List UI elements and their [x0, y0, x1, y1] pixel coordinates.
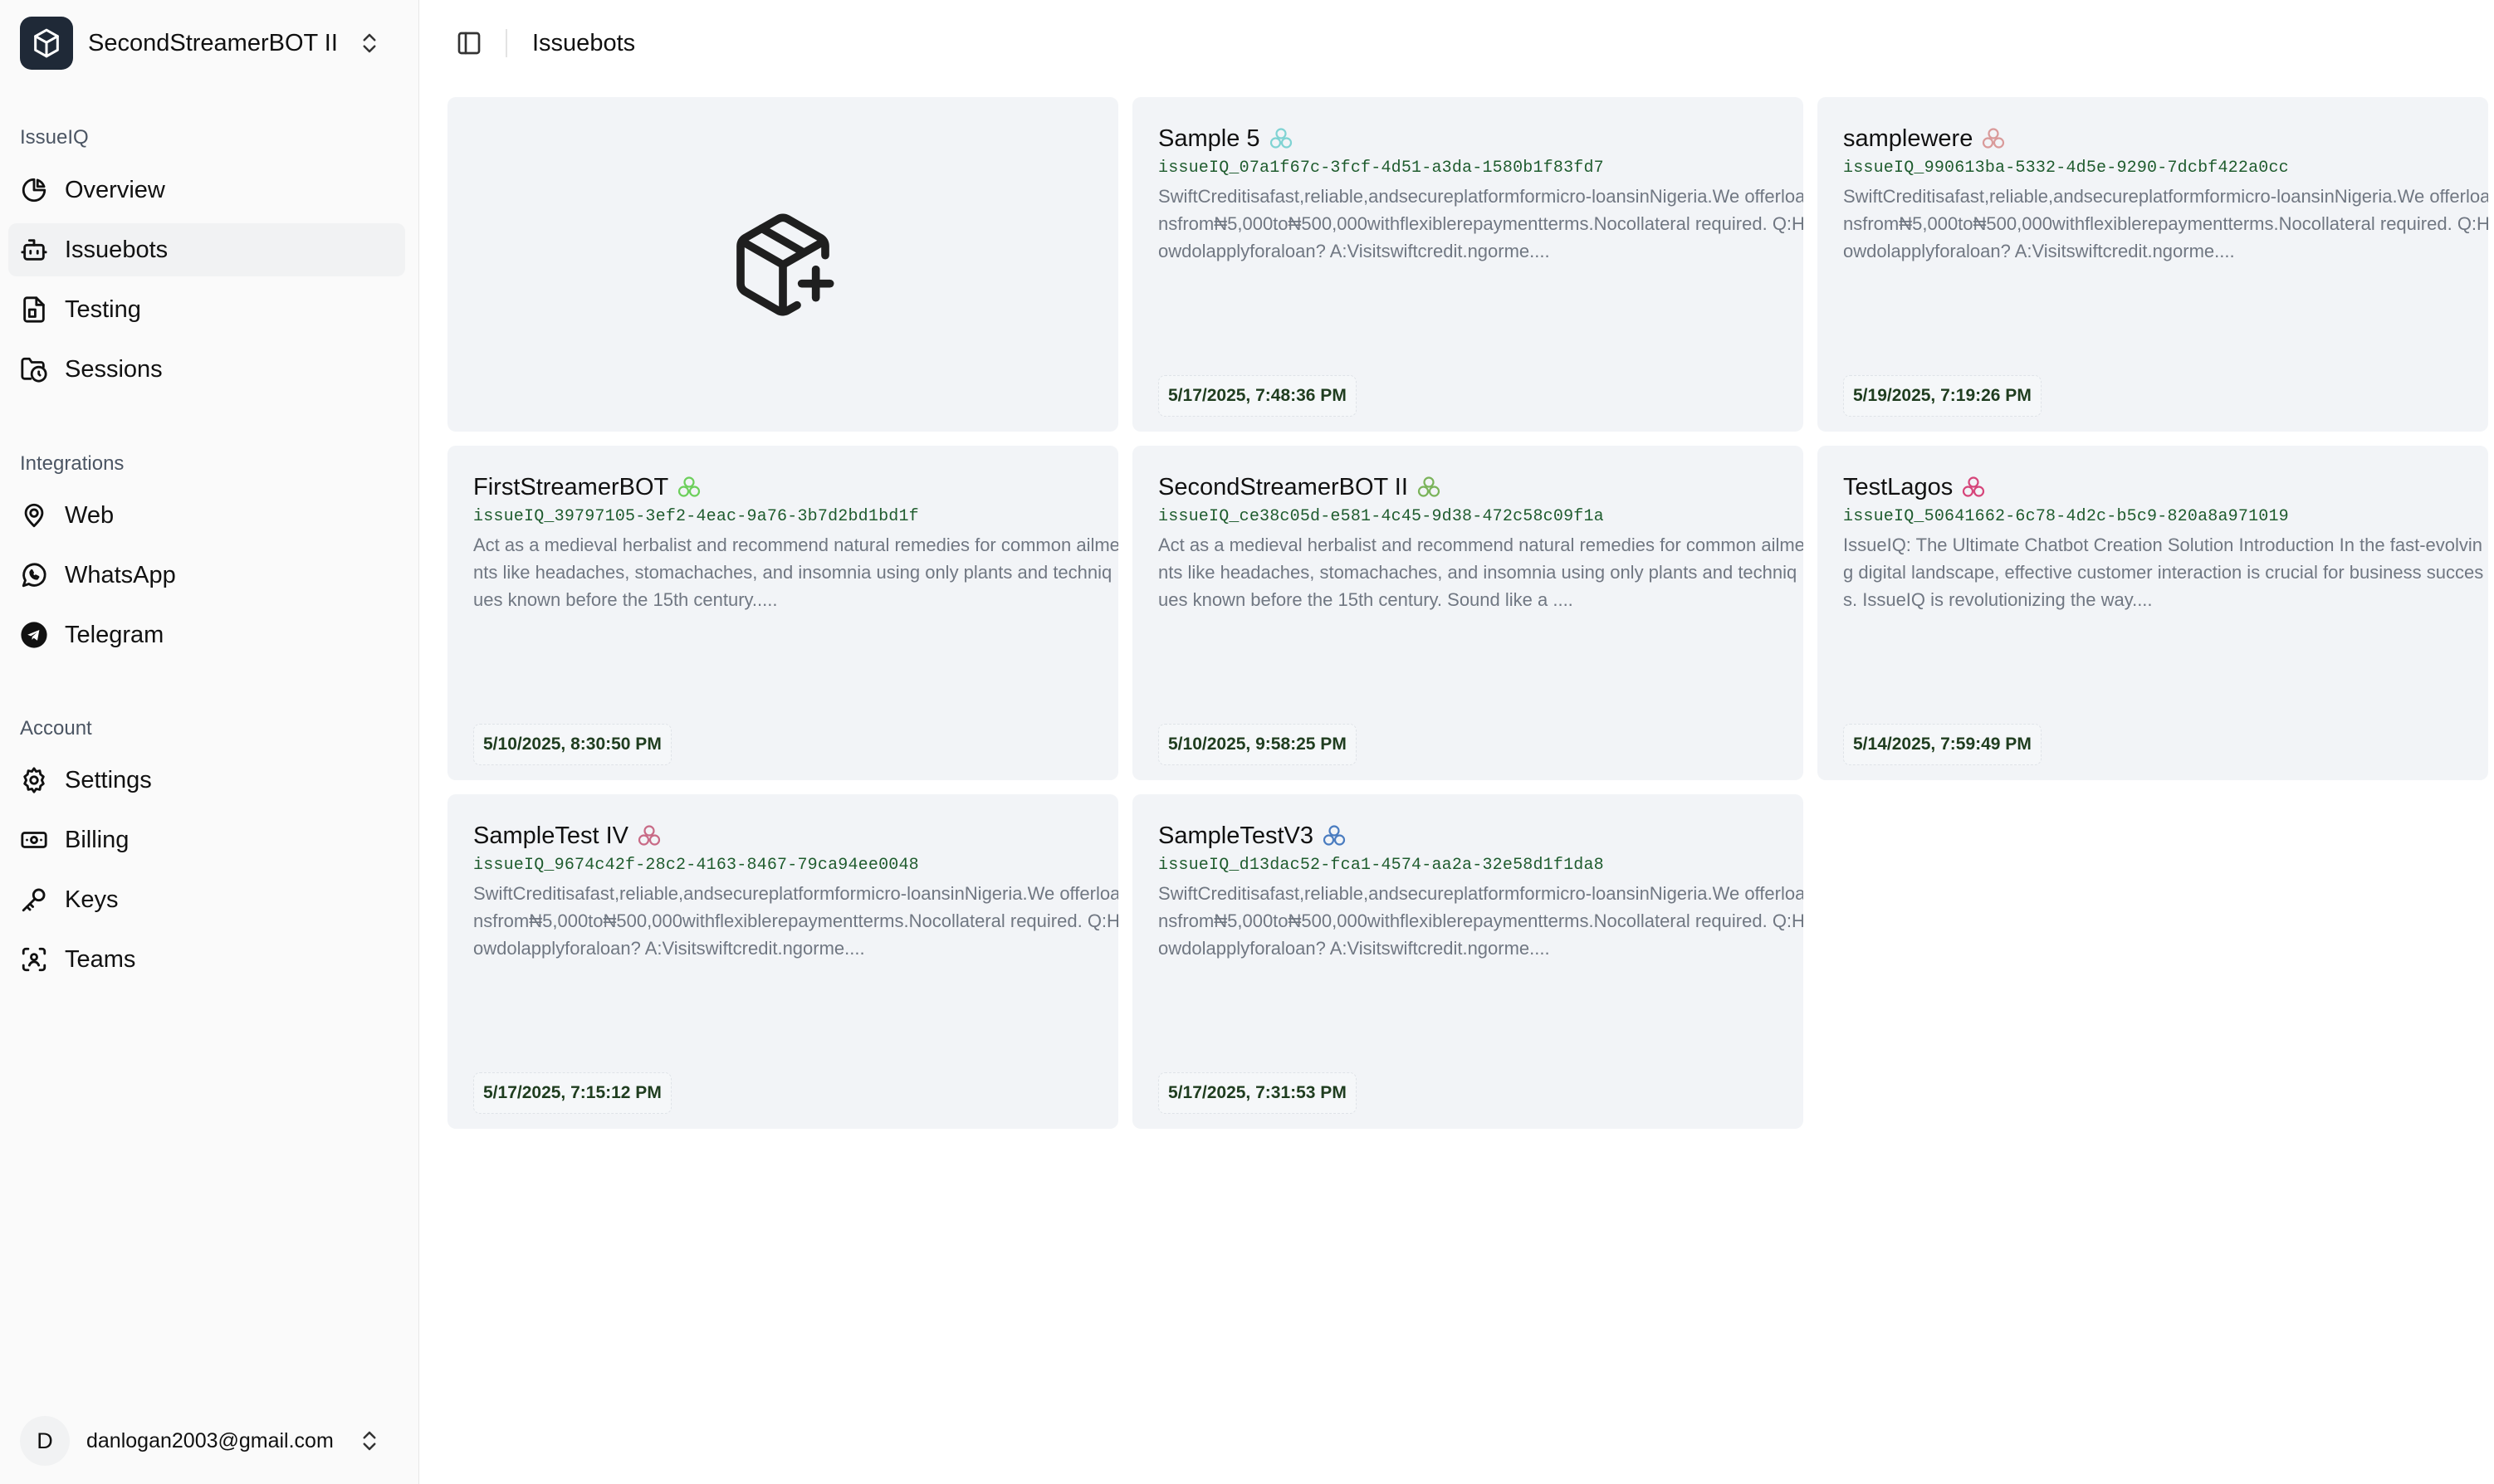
- pie-chart-icon: [22, 178, 46, 203]
- nav-section-label: Account: [20, 717, 92, 740]
- workspace-logo-icon: [20, 17, 73, 70]
- sidebar-item-telegram[interactable]: Telegram: [8, 608, 405, 661]
- issuebot-name: SampleTestV3: [1158, 822, 1313, 849]
- issuebot-description: SwiftCreditisafast,reliable,andsecurepla…: [1158, 883, 1803, 959]
- nav-section-label: Integrations: [20, 452, 125, 475]
- issuebots-grid: Sample 5 issueIQ_07a1f67c-3fcf-4d51-a3da…: [447, 97, 2488, 1129]
- chevrons-up-down-icon: [363, 33, 376, 53]
- sidebar-item-web[interactable]: Web: [8, 489, 405, 542]
- issuebot-name: samplewere: [1843, 124, 1973, 152]
- issuebot-name: SecondStreamerBOT II: [1158, 473, 1408, 500]
- issuebot-card[interactable]: FirstStreamerBOT issueIQ_39797105-3ef2-4…: [447, 446, 1118, 780]
- sidebar-item-label: Testing: [65, 295, 141, 323]
- rings-icon: [1983, 128, 2005, 149]
- issuebot-card[interactable]: TestLagos issueIQ_50641662-6c78-4d2c-b5c…: [1817, 446, 2488, 780]
- sidebar-item-label: Telegram: [65, 621, 164, 648]
- issuebot-id: issueIQ_9674c42f-28c2-4163-8467-79ca94ee…: [473, 856, 919, 875]
- sidebar-item-label: Issuebots: [65, 236, 169, 263]
- sidebar-item-testing[interactable]: Testing: [8, 283, 405, 336]
- whatsapp-icon: [22, 563, 46, 588]
- sidebar-item-whatsapp[interactable]: WhatsApp: [8, 549, 405, 602]
- workspace-switcher[interactable]: SecondStreamerBOT II: [20, 17, 394, 70]
- issuebot-id: issueIQ_50641662-6c78-4d2c-b5c9-820a8a97…: [1843, 507, 2289, 526]
- issuebot-id: issueIQ_ce38c05d-e581-4c45-9d38-472c58c0…: [1158, 507, 1604, 526]
- sidebar-item-issuebots[interactable]: Issuebots: [8, 223, 405, 276]
- issuebot-id: issueIQ_990613ba-5332-4d5e-9290-7dcbf422…: [1843, 159, 2289, 178]
- sidebar-toggle-button[interactable]: [451, 25, 487, 61]
- sidebar-item-sessions[interactable]: Sessions: [8, 343, 405, 396]
- issuebot-date-badge: 5/10/2025, 9:58:25 PM: [1158, 724, 1357, 765]
- folder-clock-icon: [21, 357, 47, 383]
- issuebot-description: SwiftCreditisafast,reliable,andsecurepla…: [473, 883, 1118, 959]
- account-switcher[interactable]: D danlogan2003@gmail.com: [20, 1414, 394, 1467]
- issuebot-card[interactable]: Sample 5 issueIQ_07a1f67c-3fcf-4d51-a3da…: [1132, 97, 1803, 432]
- sidebar: SecondStreamerBOT II IssueIQ Overview Is…: [0, 0, 419, 1484]
- issuebot-date-badge: 5/17/2025, 7:15:12 PM: [473, 1072, 672, 1114]
- issuebot-name: FirstStreamerBOT: [473, 473, 669, 500]
- rings-icon: [1963, 476, 1985, 497]
- app-root: SecondStreamerBOT II IssueIQ Overview Is…: [0, 0, 2494, 1484]
- sidebar-item-label: Billing: [65, 826, 130, 853]
- sidebar-item-label: Teams: [65, 945, 136, 973]
- issuebot-description: SwiftCreditisafast,reliable,andsecurepla…: [1158, 186, 1803, 261]
- sidebar-item-label: Overview: [65, 176, 165, 203]
- telegram-icon: [21, 622, 47, 648]
- issuebot-date-badge: 5/17/2025, 7:31:53 PM: [1158, 1072, 1357, 1114]
- avatar: D: [20, 1416, 70, 1466]
- nav-section-label: IssueIQ: [20, 126, 89, 149]
- sidebar-item-label: WhatsApp: [65, 561, 176, 588]
- issuebot-card[interactable]: samplewere issueIQ_990613ba-5332-4d5e-92…: [1817, 97, 2488, 432]
- issuebot-id: issueIQ_39797105-3ef2-4eac-9a76-3b7d2bd1…: [473, 507, 919, 526]
- issuebot-date-badge: 5/10/2025, 8:30:50 PM: [473, 724, 672, 765]
- sidebar-item-billing[interactable]: Billing: [8, 813, 405, 866]
- page-header: Issuebots: [419, 0, 2494, 86]
- sidebar-item-keys[interactable]: Keys: [8, 873, 405, 926]
- issuebot-name: TestLagos: [1843, 473, 1954, 500]
- issuebot-description: Act as a medieval herbalist and recommen…: [473, 535, 1118, 610]
- header-divider: [506, 29, 507, 57]
- issuebot-date-badge: 5/14/2025, 7:59:49 PM: [1843, 724, 2042, 765]
- issuebot-description: Act as a medieval herbalist and recommen…: [1158, 535, 1803, 610]
- key-icon: [22, 888, 46, 912]
- workspace-name: SecondStreamerBOT II: [88, 29, 338, 56]
- issuebot-date-badge: 5/19/2025, 7:19:26 PM: [1843, 375, 2042, 417]
- issuebot-card[interactable]: SecondStreamerBOT II issueIQ_ce38c05d-e5…: [1132, 446, 1803, 780]
- sidebar-item-teams[interactable]: Teams: [8, 933, 405, 986]
- breadcrumb: Issuebots: [532, 29, 636, 56]
- chevrons-up-down-icon: [363, 1431, 376, 1451]
- issuebot-date-badge: 5/17/2025, 7:48:36 PM: [1158, 375, 1357, 417]
- bot-icon: [21, 239, 47, 261]
- issuebot-card[interactable]: SampleTest IV issueIQ_9674c42f-28c2-4163…: [447, 794, 1118, 1129]
- issuebot-name: Sample 5: [1158, 124, 1260, 152]
- banknote-icon: [21, 832, 47, 848]
- sidebar-item-label: Sessions: [65, 355, 163, 383]
- file-test-icon: [23, 296, 45, 323]
- map-pin-icon: [24, 503, 44, 528]
- issuebot-name: SampleTest IV: [473, 822, 628, 849]
- panel-left-icon: [457, 32, 481, 55]
- create-issuebot-card[interactable]: [447, 97, 1118, 432]
- rings-icon: [1269, 128, 1292, 149]
- issuebot-id: issueIQ_d13dac52-fca1-4574-aa2a-32e58d1f…: [1158, 856, 1604, 875]
- rings-icon: [1417, 476, 1440, 497]
- sidebar-item-settings[interactable]: Settings: [8, 754, 405, 807]
- package-plus-icon: [736, 213, 834, 315]
- gear-icon: [23, 767, 45, 793]
- rings-icon: [678, 476, 701, 497]
- sidebar-item-label: Web: [65, 501, 115, 529]
- issuebot-card[interactable]: SampleTestV3 issueIQ_d13dac52-fca1-4574-…: [1132, 794, 1803, 1129]
- issuebot-description: IssueIQ: The Ultimate Chatbot Creation S…: [1843, 535, 2484, 610]
- issuebot-id: issueIQ_07a1f67c-3fcf-4d51-a3da-1580b1f8…: [1158, 159, 1604, 178]
- scan-face-icon: [22, 947, 46, 972]
- rings-icon: [638, 825, 661, 846]
- sidebar-item-label: Settings: [65, 766, 152, 793]
- rings-icon: [1323, 825, 1346, 846]
- issuebot-description: SwiftCreditisafast,reliable,andsecurepla…: [1843, 186, 2488, 261]
- sidebar-item-overview[interactable]: Overview: [8, 164, 405, 217]
- account-email: danlogan2003@gmail.com: [86, 1428, 334, 1452]
- sidebar-item-label: Keys: [65, 886, 119, 913]
